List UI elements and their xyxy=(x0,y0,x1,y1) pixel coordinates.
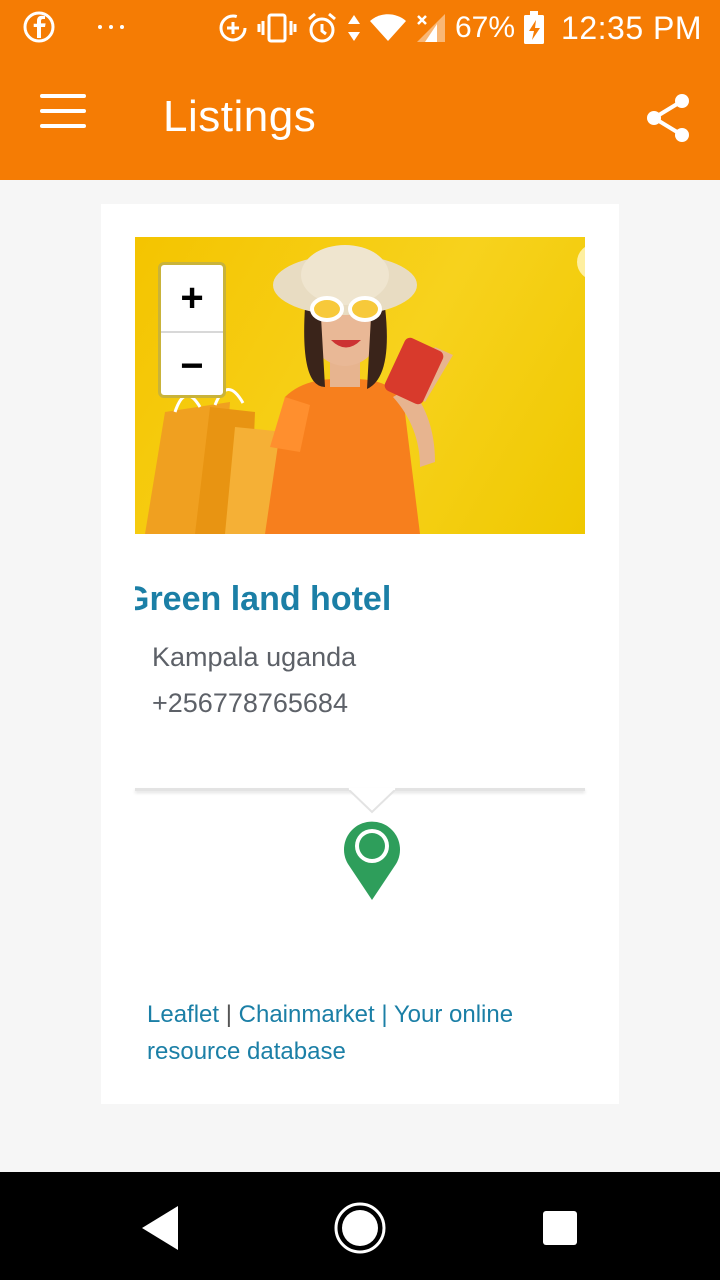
wifi-icon xyxy=(369,14,406,41)
status-bar: 67% 12:35 PM xyxy=(0,0,720,56)
map-marker-icon[interactable] xyxy=(340,816,404,902)
battery-percent: 67% xyxy=(454,11,516,44)
battery-charging-icon xyxy=(524,11,545,44)
listing-title-text[interactable]: Green land hotel xyxy=(135,580,391,619)
recents-icon[interactable] xyxy=(530,1198,590,1258)
more-dots-icon xyxy=(98,25,124,29)
alarm-icon xyxy=(308,12,336,43)
attribution-separator: | xyxy=(225,1001,232,1028)
zoom-out-button[interactable]: − xyxy=(161,333,223,399)
listing-location: Kampala uganda xyxy=(152,642,357,672)
status-time: 12:35 PM xyxy=(561,9,702,46)
facebook-icon xyxy=(23,11,55,43)
back-icon[interactable] xyxy=(130,1198,190,1258)
map-attribution: Leaflet | Chainmarket | Your online reso… xyxy=(147,996,567,1070)
app-bar: Listings xyxy=(0,56,720,180)
hamburger-menu-icon[interactable] xyxy=(40,94,86,134)
leaflet-link[interactable]: Leaflet xyxy=(147,1001,219,1028)
data-saver-icon xyxy=(219,14,247,42)
navigation-bar xyxy=(0,1172,720,1280)
cell-signal-icon xyxy=(416,14,445,42)
listing-card: + − Green land hotel Kampala uganda +256… xyxy=(101,204,619,1104)
vibrate-icon xyxy=(257,13,297,43)
map-zoom-control: + − xyxy=(158,262,226,398)
listing-image: + − xyxy=(135,237,585,534)
page-title: Listings xyxy=(163,92,317,141)
zoom-in-button[interactable]: + xyxy=(161,265,223,333)
popup-tip xyxy=(347,788,397,814)
map-view[interactable] xyxy=(135,788,585,958)
share-icon[interactable] xyxy=(644,92,692,144)
data-arrows-icon xyxy=(347,15,360,41)
listing-title[interactable]: Green land hotel xyxy=(135,580,585,619)
home-icon[interactable] xyxy=(330,1198,390,1258)
listing-phone[interactable]: +256778765684 xyxy=(152,688,348,719)
